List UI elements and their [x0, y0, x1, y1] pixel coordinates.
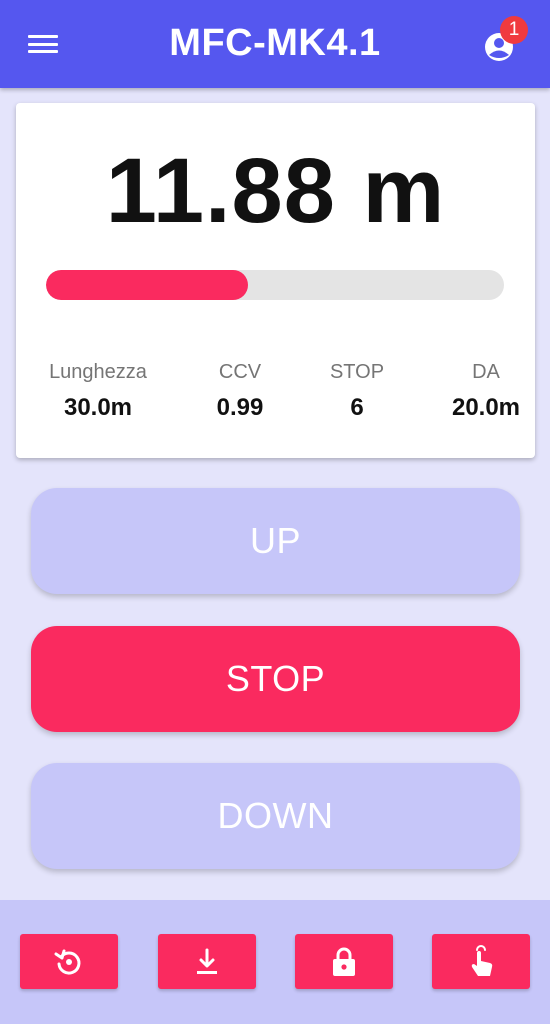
stat-value: 30.0m: [63, 394, 133, 421]
stat-label: STOP: [329, 361, 385, 383]
touch-button[interactable]: [432, 934, 530, 989]
stat-ccv: CCV 0.99: [192, 361, 288, 422]
stat-label: DA: [472, 361, 500, 383]
download-button[interactable]: [158, 934, 256, 989]
download-icon: [197, 948, 217, 974]
stat-value: 20.0m: [451, 394, 521, 421]
stat-value: 6: [350, 394, 364, 421]
app-title: MFC-MK4.1: [169, 22, 381, 64]
restore-icon: [54, 949, 81, 975]
app-bar: MFC-MK4.1 1: [0, 0, 550, 88]
restore-button[interactable]: [20, 934, 118, 989]
progress-fill: [46, 270, 248, 300]
notification-badge: 1: [500, 16, 528, 44]
stat-label: Lunghezza: [49, 361, 147, 383]
down-button[interactable]: DOWN: [31, 763, 520, 869]
up-button[interactable]: UP: [31, 488, 520, 594]
progress-bar: [46, 270, 504, 300]
stat-stop: STOP 6: [309, 361, 405, 422]
account-button[interactable]: 1: [482, 16, 528, 68]
stat-lunghezza: Lunghezza 30.0m: [38, 361, 158, 422]
stat-label: CCV: [218, 361, 262, 383]
stat-value: 0.99: [216, 394, 264, 421]
bottom-toolbar: [0, 900, 550, 1024]
touch-icon: [471, 944, 493, 976]
measurement-card: 11.88 m Lunghezza 30.0m CCV 0.99 STOP 6 …: [16, 103, 535, 458]
lock-button[interactable]: [295, 934, 393, 989]
depth-reading: 11.88 m: [105, 140, 446, 242]
stat-da: DA 20.0m: [431, 361, 541, 422]
stop-button[interactable]: STOP: [31, 626, 520, 732]
lock-icon: [333, 947, 355, 976]
